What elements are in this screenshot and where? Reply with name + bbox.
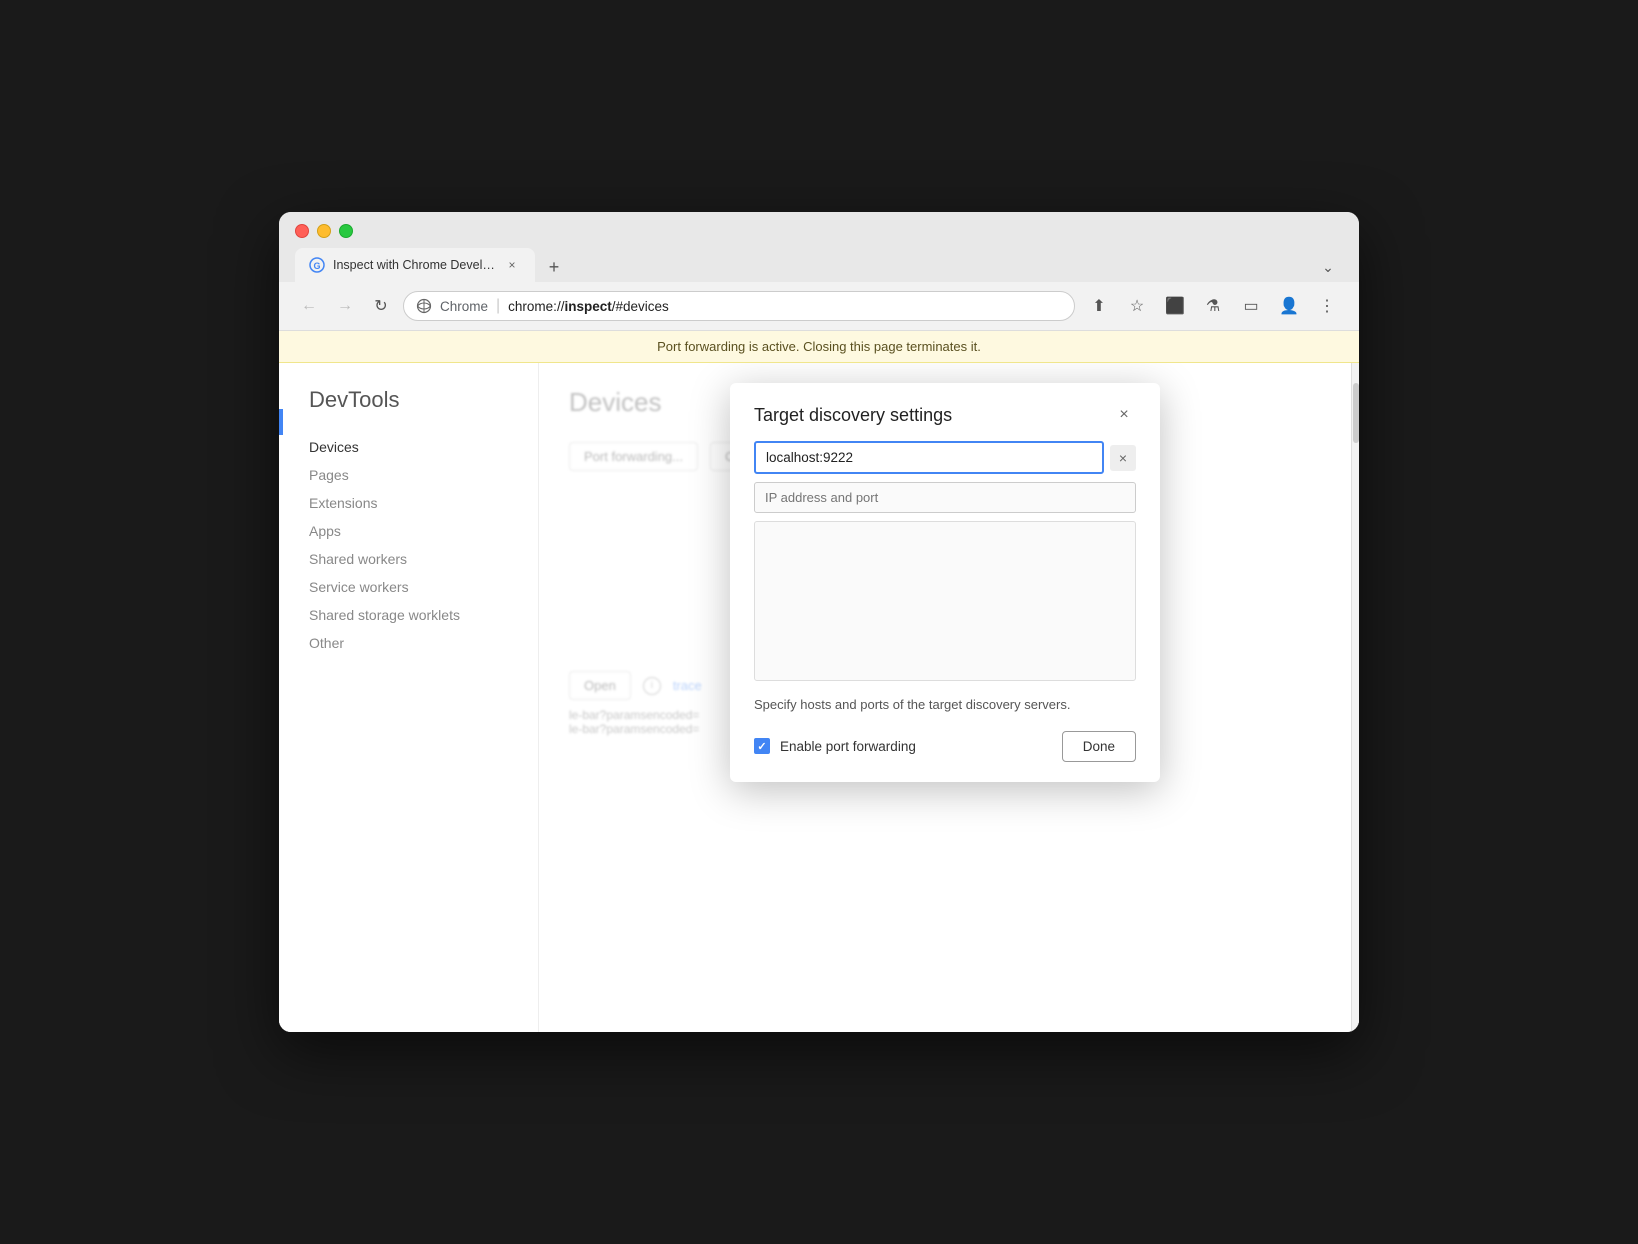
checkbox-row: Enable port forwarding [754, 738, 916, 754]
checkbox-label: Enable port forwarding [780, 739, 916, 754]
sidebar-nav: Devices Pages Extensions Apps Shared wor… [309, 433, 538, 657]
host-input-empty[interactable] [754, 482, 1136, 513]
tab-favicon-icon: G [309, 257, 325, 273]
target-discovery-modal: Target discovery settings × × Specify ho… [730, 383, 1160, 782]
scrollbar-thumb[interactable] [1353, 383, 1359, 443]
chrome-globe-icon [416, 298, 432, 314]
tab-menu-button[interactable]: ⌄ [1313, 252, 1343, 282]
modal-header: Target discovery settings × [730, 383, 1160, 441]
svg-text:G: G [313, 261, 320, 271]
sidebar-item-other[interactable]: Other [309, 629, 538, 657]
share-button[interactable]: ⬆ [1083, 290, 1115, 322]
sidebar-item-service-workers[interactable]: Service workers [309, 573, 538, 601]
tabs-row: G Inspect with Chrome Develope × + ⌄ [295, 248, 1343, 282]
sidebar-item-apps[interactable]: Apps [309, 517, 538, 545]
enable-port-forwarding-checkbox[interactable] [754, 738, 770, 754]
pipe-divider: | [496, 297, 500, 315]
page-content: Devices Port forwarding... Configure... … [539, 363, 1351, 1032]
address-actions: ⬆ ☆ ⬛ ⚗ ▭ 👤 ⋮ [1083, 290, 1343, 322]
done-button[interactable]: Done [1062, 731, 1136, 762]
traffic-lights [295, 224, 1343, 238]
sidebar-title: DevTools [309, 387, 538, 413]
browser-window: G Inspect with Chrome Develope × + ⌄ ← →… [279, 212, 1359, 1032]
address-text: chrome://inspect/#devices [508, 299, 669, 314]
sidebar: DevTools Devices Pages Extensions Apps S… [279, 363, 539, 1032]
sidebar-item-extensions[interactable]: Extensions [309, 489, 538, 517]
modal-overlay: Target discovery settings × × Specify ho… [539, 363, 1351, 1032]
description-text: Specify hosts and ports of the target di… [754, 695, 1136, 715]
bookmark-button[interactable]: ☆ [1121, 290, 1153, 322]
title-bar: G Inspect with Chrome Develope × + ⌄ [279, 212, 1359, 282]
port-forwarding-banner: Port forwarding is active. Closing this … [279, 331, 1359, 363]
modal-title: Target discovery settings [754, 405, 952, 426]
address-bold: inspect [564, 299, 611, 314]
sidebar-item-pages[interactable]: Pages [309, 461, 538, 489]
host-input-empty-row [754, 482, 1136, 513]
tab-close-button[interactable]: × [503, 256, 521, 274]
sidebar-item-shared-workers[interactable]: Shared workers [309, 545, 538, 573]
minimize-button[interactable] [317, 224, 331, 238]
sidebar-item-shared-storage[interactable]: Shared storage worklets [309, 601, 538, 629]
scrollbar[interactable] [1351, 363, 1359, 1032]
host-input-row: × [754, 441, 1136, 474]
sidebar-toggle-button[interactable]: ▭ [1235, 290, 1267, 322]
extensions-button[interactable]: ⬛ [1159, 290, 1191, 322]
active-tab[interactable]: G Inspect with Chrome Develope × [295, 248, 535, 282]
forward-button[interactable]: → [331, 292, 359, 320]
devtools-button[interactable]: ⚗ [1197, 290, 1229, 322]
modal-bottom-row: Enable port forwarding Done [754, 731, 1136, 762]
address-field[interactable]: Chrome | chrome://inspect/#devices [403, 291, 1075, 321]
profile-button[interactable]: 👤 [1273, 290, 1305, 322]
sidebar-item-devices[interactable]: Devices [309, 433, 538, 461]
maximize-button[interactable] [339, 224, 353, 238]
address-bar-row: ← → ↻ Chrome | chrome://inspect/#devices… [279, 282, 1359, 331]
close-button[interactable] [295, 224, 309, 238]
chrome-label: Chrome [440, 299, 488, 314]
host-input[interactable] [754, 441, 1104, 474]
new-tab-button[interactable]: + [539, 252, 569, 282]
tab-title: Inspect with Chrome Develope [333, 258, 495, 272]
reload-button[interactable]: ↻ [367, 292, 395, 320]
modal-close-button[interactable]: × [1112, 403, 1136, 427]
input-clear-button[interactable]: × [1110, 445, 1136, 471]
main-content: DevTools Devices Pages Extensions Apps S… [279, 363, 1359, 1032]
host-area [754, 521, 1136, 681]
modal-body: × Specify hosts and ports of the target … [730, 441, 1160, 782]
menu-button[interactable]: ⋮ [1311, 290, 1343, 322]
back-button[interactable]: ← [295, 292, 323, 320]
sidebar-active-indicator [279, 409, 283, 435]
banner-text: Port forwarding is active. Closing this … [657, 339, 981, 354]
